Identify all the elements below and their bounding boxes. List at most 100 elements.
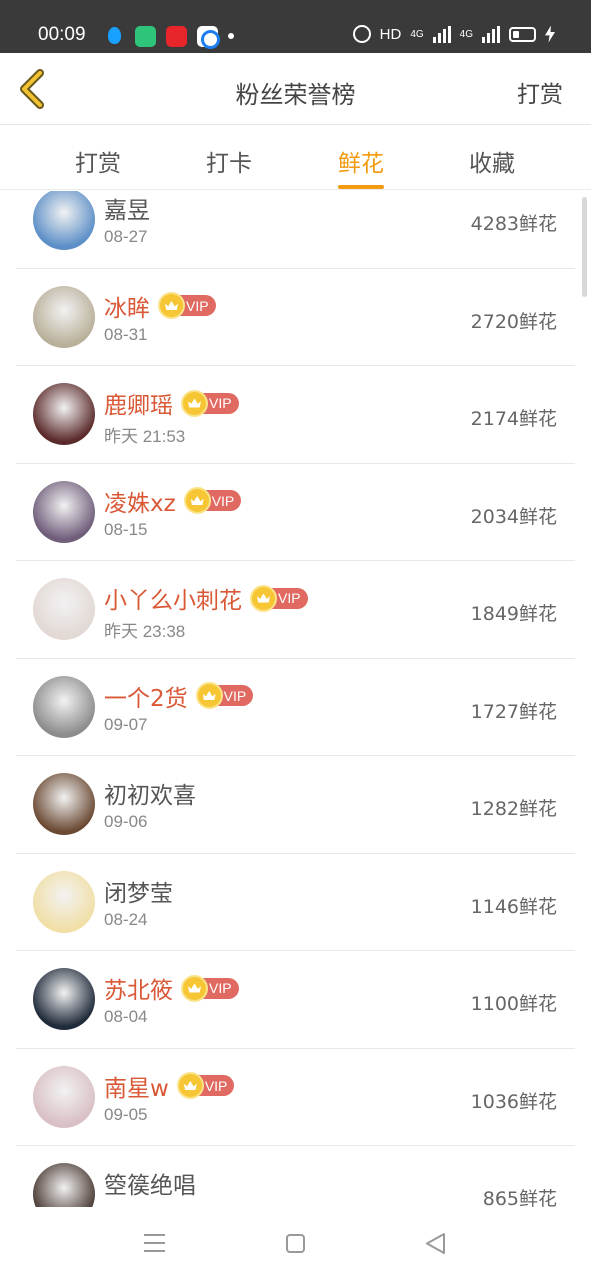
fan-name[interactable]: 南星w xyxy=(104,1069,169,1103)
fan-ranking-list[interactable]: 嘉昱 08-27 4283鲜花冰眸 VIP 08-31 2720鲜花鹿卿瑶 VIP 昨天 21… xyxy=(0,191,591,1207)
fan-row[interactable]: 箜篌绝唱 865鲜花 xyxy=(0,1146,591,1207)
vip-badge: VIP xyxy=(195,682,254,709)
avatar[interactable] xyxy=(33,1163,95,1207)
home-button[interactable] xyxy=(286,1234,305,1253)
avatar[interactable] xyxy=(33,480,95,543)
flower-count: 2720鲜花 xyxy=(470,310,557,333)
fan-name[interactable]: 闭梦莹 xyxy=(104,874,173,908)
fan-date: 08-31 xyxy=(104,324,148,344)
fan-date: 08-15 xyxy=(104,519,148,539)
vip-badge: VIP xyxy=(181,974,239,1002)
crown-icon xyxy=(195,682,223,709)
vip-label: VIP xyxy=(223,687,247,704)
crown-icon xyxy=(158,292,185,319)
system-indicators: HD 4G 4G xyxy=(352,25,555,43)
fan-name-line: 小丫么小刺花 VIP xyxy=(104,581,308,615)
fan-name[interactable]: 冰眸 xyxy=(104,289,150,323)
avatar[interactable] xyxy=(33,1065,95,1128)
fan-date: 昨天 23:38 xyxy=(104,622,186,641)
fan-ranking-list-content: 嘉昱 08-27 4283鲜花冰眸 VIP 08-31 2720鲜花鹿卿瑶 VIP 昨天 21… xyxy=(0,191,591,1207)
vip-label: VIP xyxy=(186,297,209,314)
tab-checkin[interactable]: 打卡 xyxy=(184,144,274,178)
crown-icon xyxy=(181,974,208,1002)
fan-name[interactable]: 凌姝xz xyxy=(104,484,176,518)
flower-count: 1100鲜花 xyxy=(470,993,557,1015)
scrollbar[interactable] xyxy=(582,197,587,297)
fan-row[interactable]: 南星w VIP 09-05 1036鲜花 xyxy=(0,1049,591,1147)
flower-count: 1849鲜花 xyxy=(470,603,557,625)
fan-row[interactable]: 一个2货 VIP 09-07 1727鲜花 xyxy=(0,659,591,757)
fan-date: 08-27 xyxy=(104,227,148,246)
hd-indicator: HD xyxy=(379,25,402,43)
avatar[interactable] xyxy=(33,870,95,933)
fan-row[interactable]: 鹿卿瑶 VIP 昨天 21:53 2174鲜花 xyxy=(0,366,591,464)
crown-icon xyxy=(250,584,277,612)
vip-label: VIP xyxy=(278,590,301,606)
vip-label: VIP xyxy=(204,1077,228,1094)
signal-icon xyxy=(432,25,451,43)
tab-bar: 打赏 打卡 鲜花 收藏 xyxy=(0,126,591,190)
qq-app-icon xyxy=(104,26,125,47)
system-back-button[interactable] xyxy=(425,1232,446,1255)
flower-count: 2034鲜花 xyxy=(470,505,557,528)
fan-name-line: 冰眸 VIP xyxy=(104,289,216,323)
avatar[interactable] xyxy=(33,675,95,738)
vip-badge: VIP xyxy=(176,1072,235,1099)
fan-name-line: 初初欢喜 xyxy=(104,776,196,810)
flower-count: 865鲜花 xyxy=(482,1188,557,1207)
fan-name[interactable]: 小丫么小刺花 xyxy=(104,581,242,615)
avatar[interactable] xyxy=(33,191,95,250)
fan-name[interactable]: 苏北筱 xyxy=(104,971,173,1005)
avatar[interactable] xyxy=(33,773,95,835)
crown-icon xyxy=(181,389,208,417)
fan-name[interactable]: 初初欢喜 xyxy=(104,776,196,810)
fan-row[interactable]: 初初欢喜 09-06 1282鲜花 xyxy=(0,756,591,854)
vip-badge: VIP xyxy=(158,292,216,319)
fan-row[interactable]: 嘉昱 08-27 4283鲜花 xyxy=(0,191,591,269)
active-tab-indicator xyxy=(338,185,384,189)
avatar[interactable] xyxy=(33,285,95,348)
fan-name-line: 鹿卿瑶 VIP xyxy=(104,386,239,420)
title-bar: 粉丝荣誉榜 打赏 xyxy=(0,53,591,125)
recent-apps-button[interactable] xyxy=(144,1234,165,1252)
tab-reward[interactable]: 打赏 xyxy=(53,144,143,178)
flower-count: 4283鲜花 xyxy=(470,213,557,235)
fan-row[interactable]: 小丫么小刺花 VIP 昨天 23:38 1849鲜花 xyxy=(0,561,591,659)
fan-name-line: 凌姝xz VIP xyxy=(104,484,242,518)
flower-count: 1146鲜花 xyxy=(470,895,557,918)
avatar[interactable] xyxy=(33,578,95,640)
fan-date: 09-06 xyxy=(104,812,148,831)
fan-row[interactable]: 闭梦莹 08-24 1146鲜花 xyxy=(0,854,591,952)
fan-name-line: 闭梦莹 xyxy=(104,874,173,908)
fan-row[interactable]: 冰眸 VIP 08-31 2720鲜花 xyxy=(0,269,591,367)
vip-badge: VIP xyxy=(183,487,242,514)
browser-app-icon xyxy=(197,25,220,49)
fan-name[interactable]: 一个2货 xyxy=(104,679,188,713)
tab-flowers[interactable]: 鲜花 xyxy=(316,144,406,189)
fan-name-line: 箜篌绝唱 xyxy=(104,1166,196,1200)
flower-count: 1282鲜花 xyxy=(470,798,557,820)
fan-date: 08-24 xyxy=(104,909,148,929)
network-type-1: 4G xyxy=(410,28,424,40)
fan-name-line: 苏北筱 VIP xyxy=(104,971,239,1005)
shop-app-icon xyxy=(135,25,156,47)
fan-name[interactable]: 箜篌绝唱 xyxy=(104,1166,196,1200)
avatar[interactable] xyxy=(33,383,95,445)
vip-label: VIP xyxy=(209,395,232,411)
crown-icon xyxy=(176,1072,204,1099)
fan-row[interactable]: 凌姝xz VIP 08-15 2034鲜花 xyxy=(0,464,591,562)
network-type-2: 4G xyxy=(459,28,473,40)
red-app-icon xyxy=(166,25,187,47)
avatar[interactable] xyxy=(33,968,95,1030)
fan-name[interactable]: 嘉昱 xyxy=(104,191,150,225)
status-bar: 00:09 HD 4G 4G xyxy=(0,0,591,53)
fan-name-line: 嘉昱 xyxy=(104,191,150,225)
battery-icon xyxy=(509,26,536,42)
fan-name[interactable]: 鹿卿瑶 xyxy=(104,386,173,420)
notification-icons xyxy=(104,25,234,49)
fan-date: 昨天 21:53 xyxy=(104,427,186,446)
fan-row[interactable]: 苏北筱 VIP 08-04 1100鲜花 xyxy=(0,951,591,1049)
tab-favorites[interactable]: 收藏 xyxy=(447,144,537,178)
vip-badge: VIP xyxy=(250,584,308,612)
reward-button[interactable]: 打赏 xyxy=(517,75,563,109)
